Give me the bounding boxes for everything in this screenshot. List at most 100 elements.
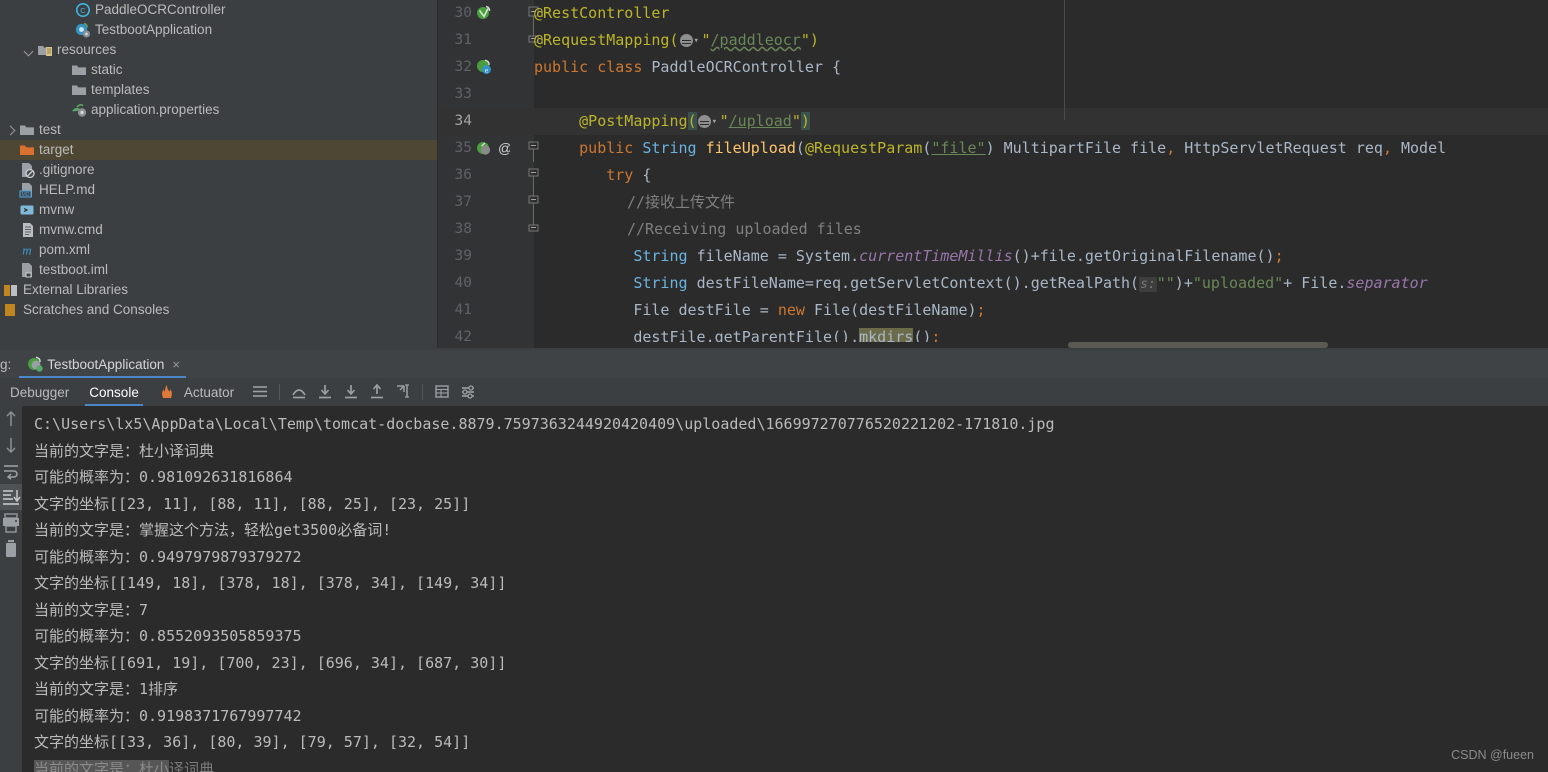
code-editor[interactable]: 30 @RestController 31 @RequestMapping(▾… [438, 0, 1548, 350]
soft-wrap-icon[interactable] [250, 382, 270, 402]
console-body[interactable]: C:\Users\lx5\AppData\Local\Temp\tomcat-d… [0, 406, 1548, 772]
tree-item-scratches-and-consoles[interactable]: Scratches and Consoles [0, 300, 438, 320]
code-line[interactable]: 32 e public class PaddleOCRController { [455, 54, 1548, 81]
target-folder-icon [19, 142, 35, 158]
run-tab-testbootapplication[interactable]: TestbootApplication × [19, 350, 186, 378]
scroll-up-icon[interactable] [0, 406, 22, 432]
tree-item-pom-xml[interactable]: m pom.xml [0, 240, 438, 260]
tree-item-label: pom.xml [39, 242, 91, 257]
line-number: 37 [454, 194, 472, 210]
code-text: String destFileName=req.getServletContex… [633, 274, 1428, 292]
tree-item-label: templates [91, 82, 150, 97]
gitignore-icon [19, 162, 35, 178]
line-number: 41 [454, 302, 472, 318]
console-line: C:\Users\lx5\AppData\Local\Temp\tomcat-d… [34, 415, 1055, 433]
tree-item-templates[interactable]: templates [0, 80, 438, 100]
settings-lines-icon[interactable] [458, 382, 478, 402]
tree-item-testbootapplication[interactable]: TestbootApplication [0, 20, 438, 40]
code-line[interactable]: 40 String destFileName=req.getServletCon… [455, 270, 1548, 297]
line-number: 33 [454, 86, 472, 102]
tree-item-label: .gitignore [39, 162, 95, 177]
tree-item-label: testboot.iml [39, 262, 109, 277]
console-line: 可能的概率为：0.8552093505859375 [34, 627, 302, 645]
tree-item-static[interactable]: static [0, 60, 438, 80]
evaluate-table-icon[interactable] [432, 382, 452, 402]
console-line: 可能的概率为：0.9497979879379272 [34, 547, 302, 566]
code-line[interactable]: 33 [455, 81, 1548, 108]
top-area: C PaddleOCRController TestbootApplication r… [0, 0, 1548, 350]
tab-actuator[interactable]: Actuator [149, 378, 244, 406]
tab-console[interactable]: Console [79, 378, 149, 406]
tree-item-label: HELP.md [39, 182, 96, 197]
step-out-icon[interactable] [367, 382, 387, 402]
chevron-down-icon[interactable]: ▾ [694, 28, 702, 55]
code-line[interactable]: 35 @ public String fileUpload(@RequestPa… [455, 135, 1548, 162]
tree-item-label: Scratches and Consoles [23, 302, 170, 317]
project-tree[interactable]: C PaddleOCRController TestbootApplication r… [0, 0, 438, 350]
code-text: @RequestMapping(▾ "/paddleocr") [534, 27, 819, 55]
code-line[interactable]: 41 File destFile = new File(destFileName… [455, 297, 1548, 324]
console-output[interactable]: C:\Users\lx5\AppData\Local\Temp\tomcat-d… [22, 406, 1548, 772]
code-line[interactable]: 31 @RequestMapping(▾ "/paddleocr") [455, 27, 1548, 55]
tree-item-testboot-iml[interactable]: testboot.iml [0, 260, 438, 280]
console-line: 当前的文字是：1排序 [34, 680, 179, 698]
code-line[interactable]: 36 try { [455, 162, 1548, 189]
chevron-down-icon[interactable]: ▾ [712, 109, 720, 136]
tree-item-mvnw[interactable]: mvnw [0, 200, 438, 220]
run-tool-label: g: [0, 356, 12, 372]
tree-item-external-libraries[interactable]: External Libraries [0, 280, 438, 300]
console-line: 文字的坐标[[691, 19], [700, 23], [696, 34], [… [34, 653, 507, 672]
svg-text:e: e [485, 67, 488, 75]
tree-item-mvnw-cmd[interactable]: mvnw.cmd [0, 220, 438, 240]
code-line[interactable]: 30 @RestController [455, 0, 1548, 27]
console-line: 文字的坐标[[149, 18], [378, 18], [378, 34], [… [34, 574, 507, 592]
console-gutter[interactable] [0, 406, 22, 772]
chevron-right-icon[interactable] [6, 125, 17, 136]
toolbar-separator [422, 384, 424, 400]
web-globe-icon[interactable] [697, 115, 711, 128]
trash-icon[interactable] [0, 536, 22, 562]
tree-item-label: PaddleOCRController [95, 2, 226, 17]
code-line-current[interactable]: 34 @PostMapping(▾ "/upload") [438, 108, 1548, 136]
actuator-flame-icon [159, 384, 175, 400]
print-icon[interactable] [0, 510, 22, 536]
scroll-to-end-icon[interactable] [0, 484, 22, 510]
web-globe-icon[interactable] [679, 34, 693, 47]
tree-item-gitignore[interactable]: .gitignore [0, 160, 438, 180]
scroll-down-icon[interactable] [0, 432, 22, 458]
spring-endpoint-icon[interactable]: @ [476, 140, 512, 161]
tree-item-resources[interactable]: resources [0, 40, 438, 60]
tree-item-paddleocrcontroller[interactable]: C PaddleOCRController [0, 0, 438, 20]
tree-item-application-properties[interactable]: application.properties [0, 100, 438, 120]
console-line: 当前的文字是：掌握这个方法，轻松get3500必备词! [34, 521, 392, 539]
tab-debugger[interactable]: Debugger [0, 378, 79, 406]
close-icon[interactable]: × [172, 357, 180, 372]
tree-item-target[interactable]: target [0, 140, 438, 160]
chevron-down-icon[interactable] [24, 45, 35, 56]
code-line[interactable]: 38 //Receiving uploaded files [455, 216, 1548, 243]
mapping-path-link[interactable]: /paddleocr [711, 31, 801, 49]
mapping-path-link[interactable]: /upload [729, 112, 792, 130]
tree-item-label: resources [57, 42, 117, 57]
force-step-into-icon[interactable] [341, 382, 361, 402]
spring-bean-check-icon[interactable] [476, 5, 492, 26]
console-line: 当前的文字是：7 [34, 600, 149, 619]
step-into-icon[interactable] [315, 382, 335, 402]
code-line[interactable]: 37 //接收上传文件 [455, 189, 1548, 216]
step-over-icon[interactable] [289, 382, 309, 402]
code-line[interactable]: 39 String fileName = System.currentTimeM… [455, 243, 1548, 270]
tree-item-label: TestbootApplication [95, 22, 213, 37]
tree-item-help-md[interactable]: MD HELP.md [0, 180, 438, 200]
spring-boot-run-icon [27, 356, 43, 372]
soft-wrap-icon[interactable] [0, 458, 22, 484]
indent-guide [1064, 0, 1065, 120]
code-lines[interactable]: 30 @RestController 31 @RequestMapping(▾… [438, 0, 1548, 348]
run-to-cursor-icon[interactable] [393, 382, 413, 402]
request-param-name[interactable]: "file" [931, 139, 985, 157]
tree-item-test[interactable]: test [0, 120, 438, 140]
spring-bean-icon[interactable]: e [476, 59, 492, 80]
line-number: 38 [454, 221, 472, 237]
